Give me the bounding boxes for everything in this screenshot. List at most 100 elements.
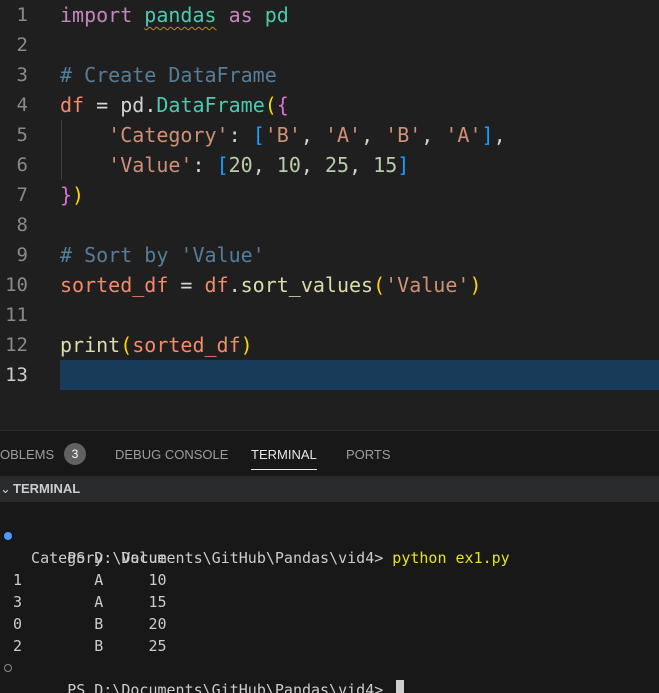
- bottom-panel: OBLEMS 3 DEBUG CONSOLE TERMINAL PORTS ⌄ …: [0, 430, 659, 693]
- terminal-command-line: PS D:\Documents\GitHub\Pandas\vid4> pyth…: [4, 525, 510, 567]
- code-token: 10: [276, 153, 301, 177]
- code-token: [: [252, 123, 265, 147]
- code-token: pd: [264, 3, 289, 27]
- terminal-section-header[interactable]: ⌄ TERMINAL: [0, 476, 659, 502]
- terminal-prompt-line: PS D:\Documents\GitHub\Pandas\vid4>: [4, 657, 405, 693]
- code-token: ]: [481, 123, 494, 147]
- code-token: }: [60, 183, 73, 207]
- panel-tabs: OBLEMS 3 DEBUG CONSOLE TERMINAL PORTS: [0, 431, 659, 476]
- line-number: 11: [5, 304, 28, 326]
- code-line[interactable]: 4 df = pd.DataFrame({: [0, 90, 659, 120]
- line-number: 8: [16, 214, 28, 236]
- code-token: DataFrame: [156, 93, 265, 117]
- line-number: 12: [5, 334, 28, 356]
- code-line[interactable]: 11: [0, 300, 659, 330]
- problems-count-badge: 3: [64, 443, 86, 465]
- code-token: sorted_df: [60, 273, 169, 297]
- code-token: (: [120, 333, 133, 357]
- section-title: TERMINAL: [13, 481, 81, 496]
- command-success-icon[interactable]: [4, 532, 12, 540]
- code-text[interactable]: [60, 30, 659, 60]
- code-text[interactable]: # Create DataFrame: [60, 60, 659, 90]
- code-line[interactable]: 1 import pandas as pd: [0, 0, 659, 30]
- line-number: 5: [16, 124, 28, 146]
- tab-terminal[interactable]: TERMINAL: [251, 447, 317, 470]
- code-token: # Create DataFrame: [60, 63, 277, 87]
- code-editor[interactable]: 1 import pandas as pd 2 3 # Create DataFrame…: [0, 0, 659, 430]
- terminal-prompt: PS D:\Documents\GitHub\Pandas\vid4>: [67, 681, 393, 693]
- terminal-output-line: 3 A 15: [13, 593, 167, 611]
- code-text[interactable]: sorted_df = df.sort_values('Value'): [60, 270, 659, 300]
- code-line[interactable]: 7}): [0, 180, 659, 210]
- code-token: print: [60, 333, 121, 357]
- code-token: ,: [252, 153, 277, 177]
- terminal-output-line: 1 A 10: [13, 571, 167, 589]
- code-line[interactable]: 8: [0, 210, 659, 240]
- chevron-down-icon: ⌄: [0, 481, 11, 496]
- code-token: 25: [324, 153, 350, 177]
- code-line[interactable]: 3 # Create DataFrame: [0, 60, 659, 90]
- line-number: 1: [16, 4, 28, 26]
- code-text[interactable]: import pandas as pd: [60, 0, 659, 30]
- line-number: 7: [16, 184, 28, 206]
- code-token: import: [60, 3, 133, 27]
- terminal-cursor: [396, 680, 405, 693]
- code-token: =: [84, 93, 121, 117]
- code-text[interactable]: 'Category': ['B', 'A', 'B', 'A'],: [60, 120, 659, 150]
- code-token: pandas: [144, 3, 217, 27]
- code-token: =: [168, 273, 205, 297]
- line-number: 9: [16, 244, 28, 266]
- code-line[interactable]: 13: [0, 360, 659, 390]
- line-number: 2: [16, 34, 28, 56]
- code-token: ,: [493, 123, 506, 147]
- code-token: ]: [397, 153, 410, 177]
- code-token: # Sort by 'Value': [60, 243, 265, 267]
- code-line[interactable]: 6 'Value': [20, 10, 25, 15]: [0, 150, 659, 180]
- code-line[interactable]: 5 'Category': ['B', 'A', 'B', 'A'],: [0, 120, 659, 150]
- code-token: ,: [421, 123, 446, 147]
- tab-problems[interactable]: OBLEMS: [0, 447, 54, 467]
- code-token: ): [72, 183, 85, 207]
- code-text[interactable]: [60, 210, 659, 240]
- code-token: (: [373, 273, 386, 297]
- line-number: 6: [16, 154, 28, 176]
- code-token: as: [228, 3, 253, 27]
- code-text[interactable]: print(sorted_df): [60, 330, 659, 360]
- code-line[interactable]: 2: [0, 30, 659, 60]
- tab-ports[interactable]: PORTS: [346, 447, 391, 467]
- terminal-command: python ex1.py: [392, 549, 510, 567]
- code-token: 'A': [324, 123, 362, 147]
- code-text[interactable]: df = pd.DataFrame({: [60, 90, 659, 120]
- tab-debug-console[interactable]: DEBUG CONSOLE: [115, 447, 228, 467]
- code-token: df: [60, 93, 85, 117]
- code-text[interactable]: }): [60, 180, 659, 210]
- code-text[interactable]: [60, 360, 659, 390]
- code-line[interactable]: 12 print(sorted_df): [0, 330, 659, 360]
- code-token: 20: [228, 153, 253, 177]
- code-token: 'B': [385, 123, 422, 147]
- code-token: ): [469, 273, 482, 297]
- command-decoration-icon[interactable]: [4, 664, 12, 672]
- code-token: :: [192, 153, 217, 177]
- code-token: 'Value': [108, 153, 193, 177]
- code-token: ,: [300, 123, 325, 147]
- code-text[interactable]: [60, 300, 659, 330]
- line-number: 3: [16, 64, 28, 86]
- code-line[interactable]: 10 sorted_df = df.sort_values('Value'): [0, 270, 659, 300]
- code-token: 'Value': [385, 273, 470, 297]
- code-token: ,: [300, 153, 325, 177]
- code-line[interactable]: 9 # Sort by 'Value': [0, 240, 659, 270]
- code-token: ): [240, 333, 253, 357]
- code-text[interactable]: # Sort by 'Value': [60, 240, 659, 270]
- code-token: sort_values: [240, 273, 374, 297]
- terminal[interactable]: PS D:\Documents\GitHub\Pandas\vid4> pyth…: [0, 503, 659, 693]
- code-token: df: [204, 273, 229, 297]
- code-token: 'B': [264, 123, 301, 147]
- code-text[interactable]: 'Value': [20, 10, 25, 15]: [60, 150, 659, 180]
- code-token: 'A': [445, 123, 482, 147]
- code-token: .: [228, 273, 241, 297]
- terminal-output-line: 2 B 25: [13, 637, 167, 655]
